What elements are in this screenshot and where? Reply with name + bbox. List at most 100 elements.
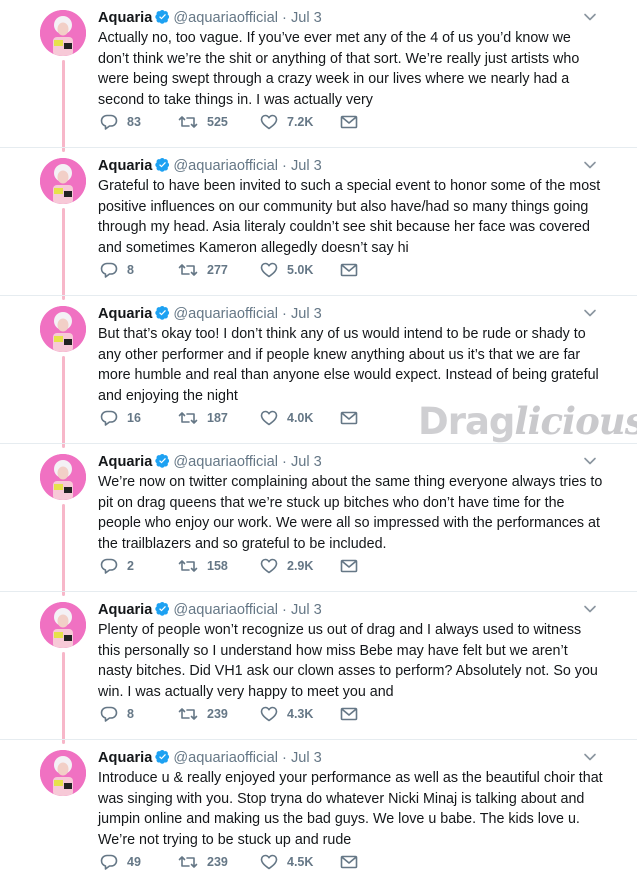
direct-message-button[interactable] <box>340 260 367 280</box>
author-handle[interactable]: @aquariaofficial <box>173 454 278 470</box>
tweet[interactable]: Aquaria @aquariaofficial · Jul 3 Grateful… <box>0 148 637 296</box>
like-count: 4.0K <box>287 411 314 425</box>
envelope-icon <box>340 263 358 277</box>
tweet-actions: 49 239 4.5K <box>100 852 380 872</box>
verified-badge-icon <box>155 601 170 616</box>
separator: · <box>282 306 287 322</box>
like-count: 4.5K <box>287 855 314 869</box>
like-button[interactable]: 4.3K <box>260 704 313 724</box>
author-handle[interactable]: @aquariaofficial <box>173 10 278 26</box>
reply-button[interactable]: 16 <box>100 408 141 428</box>
reply-button[interactable]: 8 <box>100 704 134 724</box>
reply-count: 49 <box>127 855 141 869</box>
heart-icon <box>260 706 278 722</box>
reply-button[interactable]: 49 <box>100 852 141 872</box>
author-name[interactable]: Aquaria <box>98 602 152 618</box>
author-handle[interactable]: @aquariaofficial <box>173 750 278 766</box>
like-count: 7.2K <box>287 115 314 129</box>
like-count: 5.0K <box>287 263 314 277</box>
retweet-icon <box>178 412 198 424</box>
timestamp[interactable]: Jul 3 <box>291 750 322 766</box>
tweet[interactable]: Aquaria @aquariaofficial · Jul 3 Introduc… <box>0 740 637 888</box>
like-button[interactable]: 7.2K <box>260 112 313 132</box>
reply-button[interactable]: 83 <box>100 112 141 132</box>
verified-badge-icon <box>155 453 170 468</box>
reply-icon <box>100 114 118 130</box>
avatar[interactable] <box>40 454 86 500</box>
avatar[interactable] <box>40 10 86 56</box>
avatar[interactable] <box>40 602 86 648</box>
like-button[interactable]: 2.9K <box>260 556 313 576</box>
like-button[interactable]: 4.0K <box>260 408 313 428</box>
direct-message-button[interactable] <box>340 852 367 872</box>
chevron-down-icon[interactable] <box>583 10 597 24</box>
envelope-icon <box>340 115 358 129</box>
tweet-actions: 83 525 7.2K <box>100 112 380 132</box>
retweet-button[interactable]: 239 <box>178 704 228 724</box>
tweet-text: But that’s okay too! I don’t think any o… <box>98 326 599 404</box>
reply-icon <box>100 854 118 870</box>
reply-icon <box>100 262 118 278</box>
separator: · <box>282 454 287 470</box>
retweet-count: 239 <box>207 707 228 721</box>
retweet-button[interactable]: 525 <box>178 112 228 132</box>
retweet-count: 277 <box>207 263 228 277</box>
avatar[interactable] <box>40 306 86 352</box>
direct-message-button[interactable] <box>340 408 367 428</box>
reply-count: 2 <box>127 559 134 573</box>
heart-icon <box>260 262 278 278</box>
separator: · <box>282 750 287 766</box>
chevron-down-icon[interactable] <box>583 750 597 764</box>
timestamp[interactable]: Jul 3 <box>291 602 322 618</box>
retweet-button[interactable]: 277 <box>178 260 228 280</box>
retweet-count: 525 <box>207 115 228 129</box>
timestamp[interactable]: Jul 3 <box>291 158 322 174</box>
chevron-down-icon[interactable] <box>583 454 597 468</box>
retweet-button[interactable]: 187 <box>178 408 228 428</box>
reply-count: 8 <box>127 707 134 721</box>
tweet-actions: 16 187 4.0K <box>100 408 380 428</box>
heart-icon <box>260 558 278 574</box>
author-name[interactable]: Aquaria <box>98 306 152 322</box>
reply-count: 8 <box>127 263 134 277</box>
retweet-icon <box>178 264 198 276</box>
tweet-actions: 8 239 4.3K <box>100 704 380 724</box>
heart-icon <box>260 114 278 130</box>
tweet[interactable]: Aquaria @aquariaofficial · Jul 3 Actually… <box>0 0 637 148</box>
author-handle[interactable]: @aquariaofficial <box>173 158 278 174</box>
avatar[interactable] <box>40 158 86 204</box>
author-handle[interactable]: @aquariaofficial <box>173 602 278 618</box>
retweet-icon <box>178 856 198 868</box>
chevron-down-icon[interactable] <box>583 602 597 616</box>
tweet[interactable]: Aquaria @aquariaofficial · Jul 3 We’re no… <box>0 444 637 592</box>
retweet-button[interactable]: 239 <box>178 852 228 872</box>
author-name[interactable]: Aquaria <box>98 158 152 174</box>
reply-icon <box>100 410 118 426</box>
tweet-actions: 8 277 5.0K <box>100 260 380 280</box>
watermark: Draglicious <box>418 399 637 443</box>
reply-button[interactable]: 8 <box>100 260 134 280</box>
author-handle[interactable]: @aquariaofficial <box>173 306 278 322</box>
direct-message-button[interactable] <box>340 556 367 576</box>
author-name[interactable]: Aquaria <box>98 750 152 766</box>
reply-count: 16 <box>127 411 141 425</box>
avatar[interactable] <box>40 750 86 796</box>
retweet-count: 158 <box>207 559 228 573</box>
timestamp[interactable]: Jul 3 <box>291 306 322 322</box>
reply-button[interactable]: 2 <box>100 556 134 576</box>
like-button[interactable]: 4.5K <box>260 852 313 872</box>
timestamp[interactable]: Jul 3 <box>291 454 322 470</box>
direct-message-button[interactable] <box>340 704 367 724</box>
author-name[interactable]: Aquaria <box>98 10 152 26</box>
retweet-button[interactable]: 158 <box>178 556 228 576</box>
tweet[interactable]: Aquaria @aquariaofficial · Jul 3 Plenty o… <box>0 592 637 740</box>
chevron-down-icon[interactable] <box>583 158 597 172</box>
tweet-text: Introduce u & really enjoyed your perfor… <box>98 770 603 848</box>
timestamp[interactable]: Jul 3 <box>291 10 322 26</box>
author-name[interactable]: Aquaria <box>98 454 152 470</box>
reply-icon <box>100 706 118 722</box>
like-button[interactable]: 5.0K <box>260 260 313 280</box>
verified-badge-icon <box>155 305 170 320</box>
direct-message-button[interactable] <box>340 112 367 132</box>
chevron-down-icon[interactable] <box>583 306 597 320</box>
